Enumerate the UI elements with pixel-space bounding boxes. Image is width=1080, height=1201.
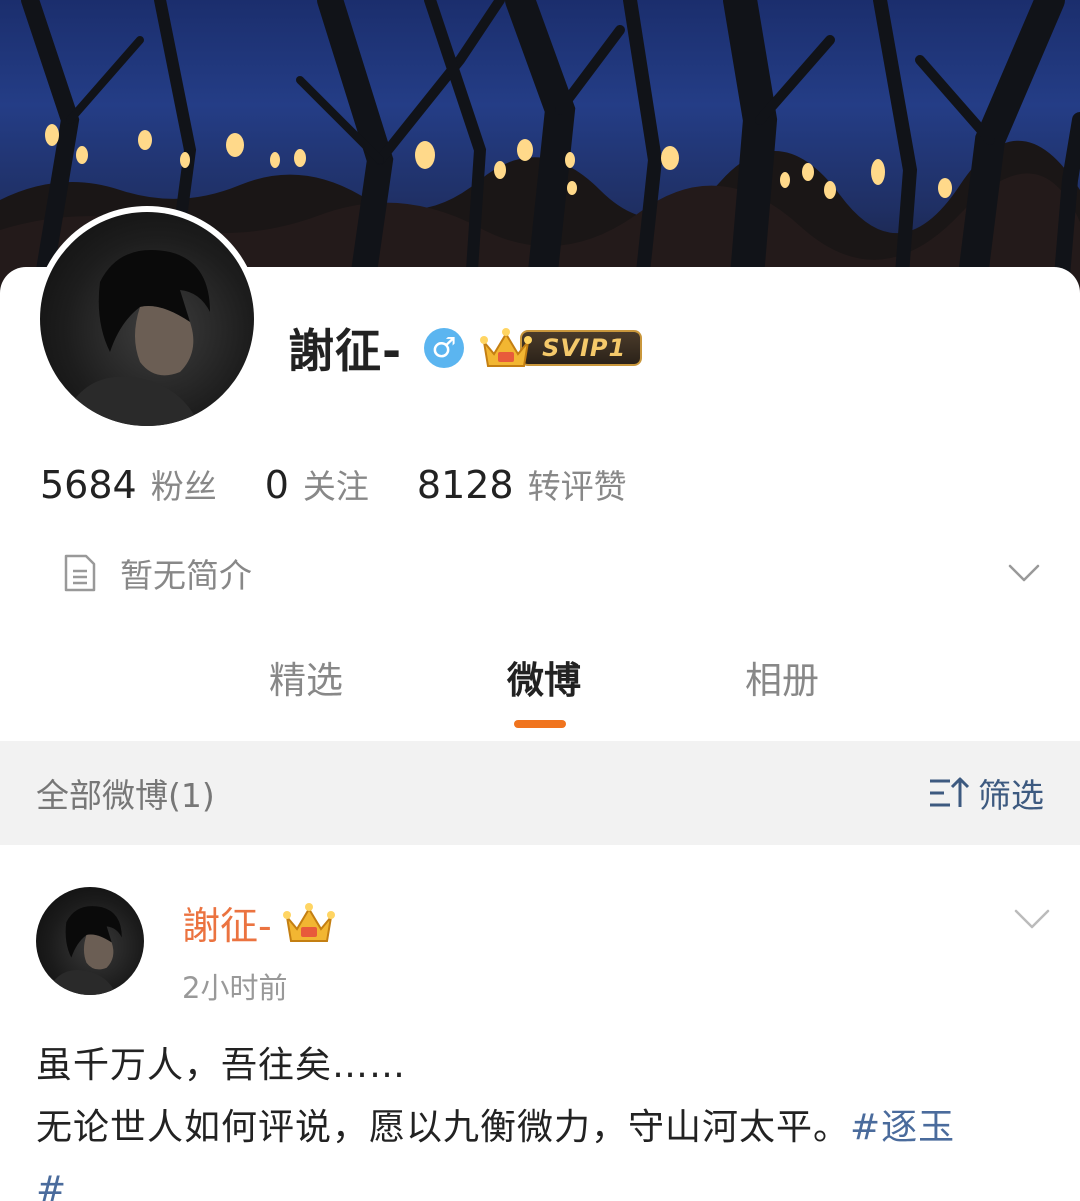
- profile-stats: 5684 粉丝 0 关注 8128 转评赞: [40, 460, 675, 508]
- following-count: 0: [264, 463, 289, 507]
- avatar-portrait: [60, 250, 210, 426]
- hashtag-link[interactable]: #逐玉: [850, 1107, 955, 1148]
- bio-row[interactable]: 暂无简介: [62, 548, 1042, 598]
- avatar-image: [40, 212, 254, 426]
- post-timestamp: 2小时前: [182, 971, 288, 1005]
- avatar[interactable]: [34, 206, 260, 432]
- post-author-name[interactable]: 謝征-: [182, 895, 272, 950]
- interactions-label: 转评赞: [527, 467, 627, 506]
- stat-followers[interactable]: 5684 粉丝: [40, 460, 217, 508]
- post-text-line: 无论世人如何评说，愿以九衡微力，守山河太平。#逐玉: [36, 1097, 1046, 1159]
- vip-crown-icon: [282, 902, 335, 942]
- document-icon: [64, 554, 96, 592]
- filter-bar: 全部微博(1) 筛选: [0, 741, 1080, 845]
- followers-label: 粉丝: [150, 467, 217, 506]
- post-text-body: 无论世人如何评说，愿以九衡微力，守山河太平。: [36, 1107, 851, 1148]
- followers-count: 5684: [40, 463, 137, 507]
- bio-text: 暂无简介: [120, 556, 252, 595]
- post-text-line: #: [36, 1159, 1046, 1201]
- following-label: 关注: [302, 467, 369, 506]
- chevron-down-icon[interactable]: [1012, 897, 1052, 937]
- svip-level-label: SVIP1: [520, 330, 643, 366]
- post-text-line: 虽千万人，吾往矣……: [36, 1045, 407, 1086]
- crown-icon: [480, 328, 533, 367]
- filter-label: 筛选: [978, 776, 1044, 815]
- stat-interactions[interactable]: 8128 转评赞: [417, 460, 627, 508]
- interactions-count: 8128: [416, 463, 514, 507]
- post-avatar[interactable]: [36, 887, 144, 995]
- post-content: 虽千万人，吾往矣…… 无论世人如何评说，愿以九衡微力，守山河太平。#逐玉 #: [36, 1035, 1046, 1201]
- all-posts-count: 全部微博(1): [36, 776, 215, 815]
- post-author-row: 謝征-: [182, 895, 338, 950]
- tab-album[interactable]: 相册: [745, 650, 819, 704]
- post-card[interactable]: 謝征- 2小时前 虽千万人，吾往矣…… 无论世人如何评说，愿以九衡微力，守山河太…: [0, 845, 1080, 1201]
- svip-badge[interactable]: SVIP1: [478, 324, 643, 372]
- stat-following[interactable]: 0 关注: [265, 460, 369, 508]
- filter-button[interactable]: 筛选: [928, 769, 1044, 817]
- profile-page: 謝征- ♂ SVIP1 5684 粉丝 0 关注 8128 转评赞 暂无简介 精…: [0, 0, 1080, 1201]
- tab-weibo[interactable]: 微博: [507, 650, 581, 704]
- tab-featured[interactable]: 精选: [269, 650, 343, 704]
- filter-icon: [930, 777, 970, 807]
- post-avatar-portrait: [46, 906, 122, 995]
- hashtag-link-end[interactable]: #: [36, 1169, 67, 1201]
- active-tab-indicator: [514, 720, 566, 728]
- male-icon: ♂: [424, 328, 465, 368]
- profile-name-row: 謝征- ♂ SVIP1: [288, 318, 643, 378]
- profile-tabs: 精选 微博 相册: [0, 650, 1080, 740]
- chevron-down-icon[interactable]: [1006, 554, 1042, 590]
- username: 謝征-: [288, 324, 403, 378]
